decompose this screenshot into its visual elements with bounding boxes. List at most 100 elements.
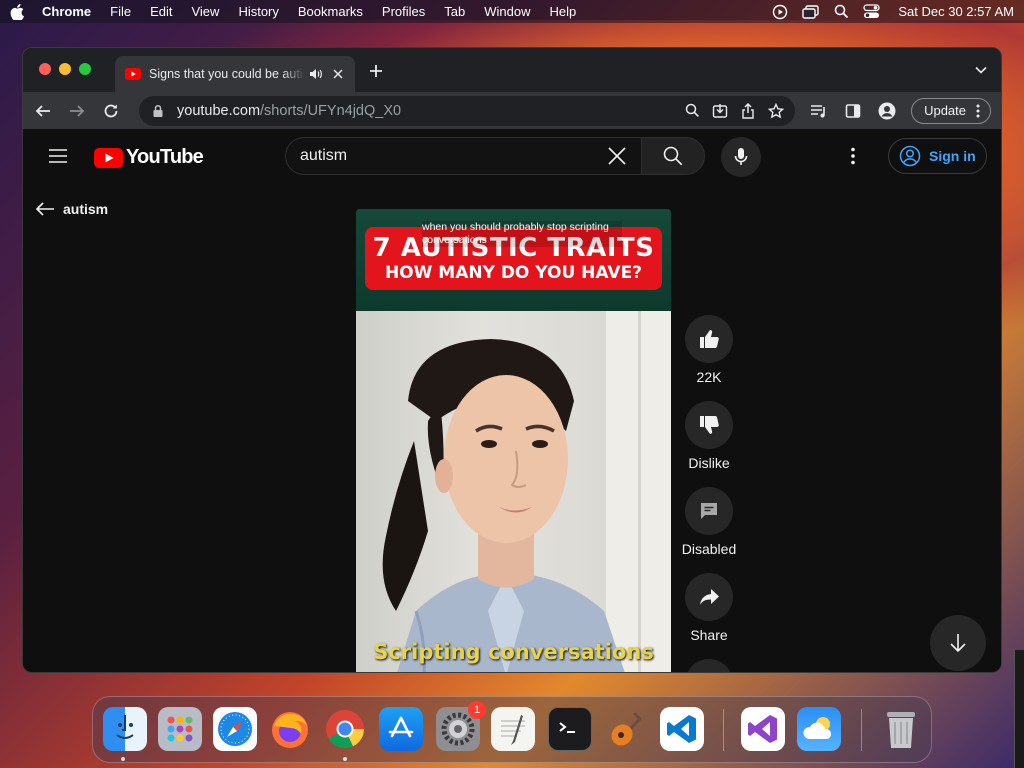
- menu-history[interactable]: History: [238, 4, 278, 19]
- media-controls-icon[interactable]: [809, 101, 829, 121]
- menu-window[interactable]: Window: [484, 4, 530, 19]
- dock-system-preferences[interactable]: 1: [436, 701, 486, 751]
- like-button[interactable]: [685, 315, 733, 363]
- dock-separator: [861, 709, 862, 751]
- banner-line-2: HOW MANY DO YOU HAVE?: [384, 263, 643, 283]
- forward-arrow-icon[interactable]: [67, 101, 87, 121]
- settings-more-icon[interactable]: [851, 147, 855, 165]
- search-input[interactable]: autism: [285, 137, 641, 175]
- menu-bookmarks[interactable]: Bookmarks: [298, 4, 363, 19]
- share-button[interactable]: [685, 573, 733, 621]
- back-arrow-icon: [35, 202, 54, 216]
- menu-edit[interactable]: Edit: [150, 4, 172, 19]
- back-arrow-icon[interactable]: [33, 101, 53, 121]
- dock-chrome[interactable]: [323, 707, 367, 751]
- audio-playing-icon[interactable]: [309, 68, 323, 80]
- search-button[interactable]: [641, 137, 705, 175]
- dock-trash[interactable]: [879, 707, 923, 751]
- tab-search-chevron-icon[interactable]: [975, 66, 987, 74]
- bookmark-star-icon[interactable]: [767, 102, 785, 120]
- control-center-icon[interactable]: [863, 4, 881, 19]
- window-controls: [39, 63, 91, 75]
- comments-disabled-label: Disabled: [681, 541, 737, 557]
- menu-view[interactable]: View: [191, 4, 219, 19]
- dock-garageband[interactable]: [604, 707, 648, 751]
- menu-tab[interactable]: Tab: [444, 4, 465, 19]
- dock-visual-studio[interactable]: [741, 707, 785, 751]
- zoom-search-icon[interactable]: [683, 102, 701, 120]
- dislike-button[interactable]: [685, 401, 733, 449]
- screen-mirroring-icon[interactable]: [802, 4, 820, 20]
- play-icon[interactable]: [772, 4, 788, 20]
- dock-launchpad[interactable]: [158, 707, 202, 751]
- minimize-window-button[interactable]: [59, 63, 71, 75]
- safari-compass-icon: [218, 712, 252, 746]
- browser-window: Signs that you could be autistic youtube…: [22, 47, 1002, 673]
- clear-search-icon[interactable]: [607, 146, 627, 166]
- woman-illustration: [382, 311, 671, 672]
- arrow-down-icon: [950, 634, 966, 653]
- chrome-icon: [326, 710, 365, 749]
- reload-icon[interactable]: [101, 101, 121, 121]
- close-tab-icon[interactable]: [331, 67, 345, 81]
- dock-terminal[interactable]: [548, 707, 592, 751]
- thumbs-up-icon: [700, 330, 719, 348]
- more-action-partial: [679, 659, 739, 672]
- comments-button[interactable]: [685, 487, 733, 535]
- more-actions-button[interactable]: [685, 659, 733, 672]
- url-text[interactable]: youtube.com/shorts/UFYn4jdQ_X0: [177, 103, 401, 119]
- finder-icon: [116, 715, 134, 739]
- update-button[interactable]: Update: [911, 97, 991, 124]
- back-to-search-button[interactable]: autism: [35, 201, 108, 217]
- dock-textedit[interactable]: [491, 707, 535, 751]
- profile-avatar-icon[interactable]: [877, 101, 897, 121]
- dock-app-store[interactable]: [379, 707, 423, 751]
- menubar: Chrome File Edit View History Bookmarks …: [0, 0, 1024, 23]
- short-video-player[interactable]: 7 AUTISTIC TRAITS HOW MANY DO YOU HAVE? …: [356, 209, 671, 672]
- browser-tab-active[interactable]: Signs that you could be autistic: [115, 56, 355, 92]
- video-frame-woman: Scripting conversations: [356, 311, 671, 672]
- voice-search-button[interactable]: [721, 137, 761, 177]
- browser-toolbar: youtube.com/shorts/UFYn4jdQ_X0 Update: [23, 92, 1001, 129]
- search-query[interactable]: autism: [300, 147, 607, 165]
- video-top-caption: when you should probably stop scripting …: [422, 221, 622, 247]
- youtube-logo[interactable]: YouTube: [94, 146, 204, 169]
- dock-weather[interactable]: [797, 707, 841, 751]
- menu-file[interactable]: File: [110, 4, 131, 19]
- launchpad-icon: [167, 716, 193, 742]
- sign-in-button[interactable]: Sign in: [888, 138, 987, 174]
- spotlight-search-icon[interactable]: [834, 4, 849, 19]
- menu-hamburger-icon[interactable]: [48, 148, 68, 164]
- new-tab-icon[interactable]: [369, 64, 383, 78]
- dock-finder[interactable]: [103, 707, 147, 751]
- dock: 1: [92, 696, 932, 763]
- microphone-icon: [734, 148, 748, 165]
- app-store-icon: [388, 716, 414, 738]
- next-short-button[interactable]: [930, 615, 986, 671]
- notification-badge: 1: [468, 701, 486, 719]
- share-page-icon[interactable]: [739, 102, 757, 120]
- comments-action: Disabled: [679, 487, 739, 557]
- dislike-label: Dislike: [688, 455, 730, 471]
- dock-safari[interactable]: [213, 707, 257, 751]
- youtube-favicon-icon: [125, 68, 141, 80]
- zoom-window-button[interactable]: [79, 63, 91, 75]
- youtube-page: YouTube autism Sign in autism 7 AUTISTIC…: [23, 129, 1001, 672]
- menu-app-name[interactable]: Chrome: [42, 4, 91, 19]
- apple-icon[interactable]: [10, 3, 24, 20]
- menubar-clock[interactable]: Sat Dec 30 2:57 AM: [898, 4, 1014, 19]
- close-window-button[interactable]: [39, 63, 51, 75]
- share-action: Share: [679, 573, 739, 643]
- dock-vscode[interactable]: [660, 707, 704, 751]
- like-count: 22K: [696, 369, 722, 385]
- install-app-icon[interactable]: [711, 102, 729, 120]
- menu-profiles[interactable]: Profiles: [382, 4, 425, 19]
- weather-cloud-sun-icon: [803, 717, 832, 739]
- address-bar[interactable]: youtube.com/shorts/UFYn4jdQ_X0: [139, 95, 796, 126]
- sign-in-label: Sign in: [929, 148, 976, 164]
- side-panel-icon[interactable]: [843, 101, 863, 121]
- youtube-header: YouTube autism Sign in: [23, 129, 1001, 185]
- site-info-lock-icon[interactable]: [149, 102, 167, 120]
- menu-help[interactable]: Help: [550, 4, 577, 19]
- dock-firefox[interactable]: [268, 707, 312, 751]
